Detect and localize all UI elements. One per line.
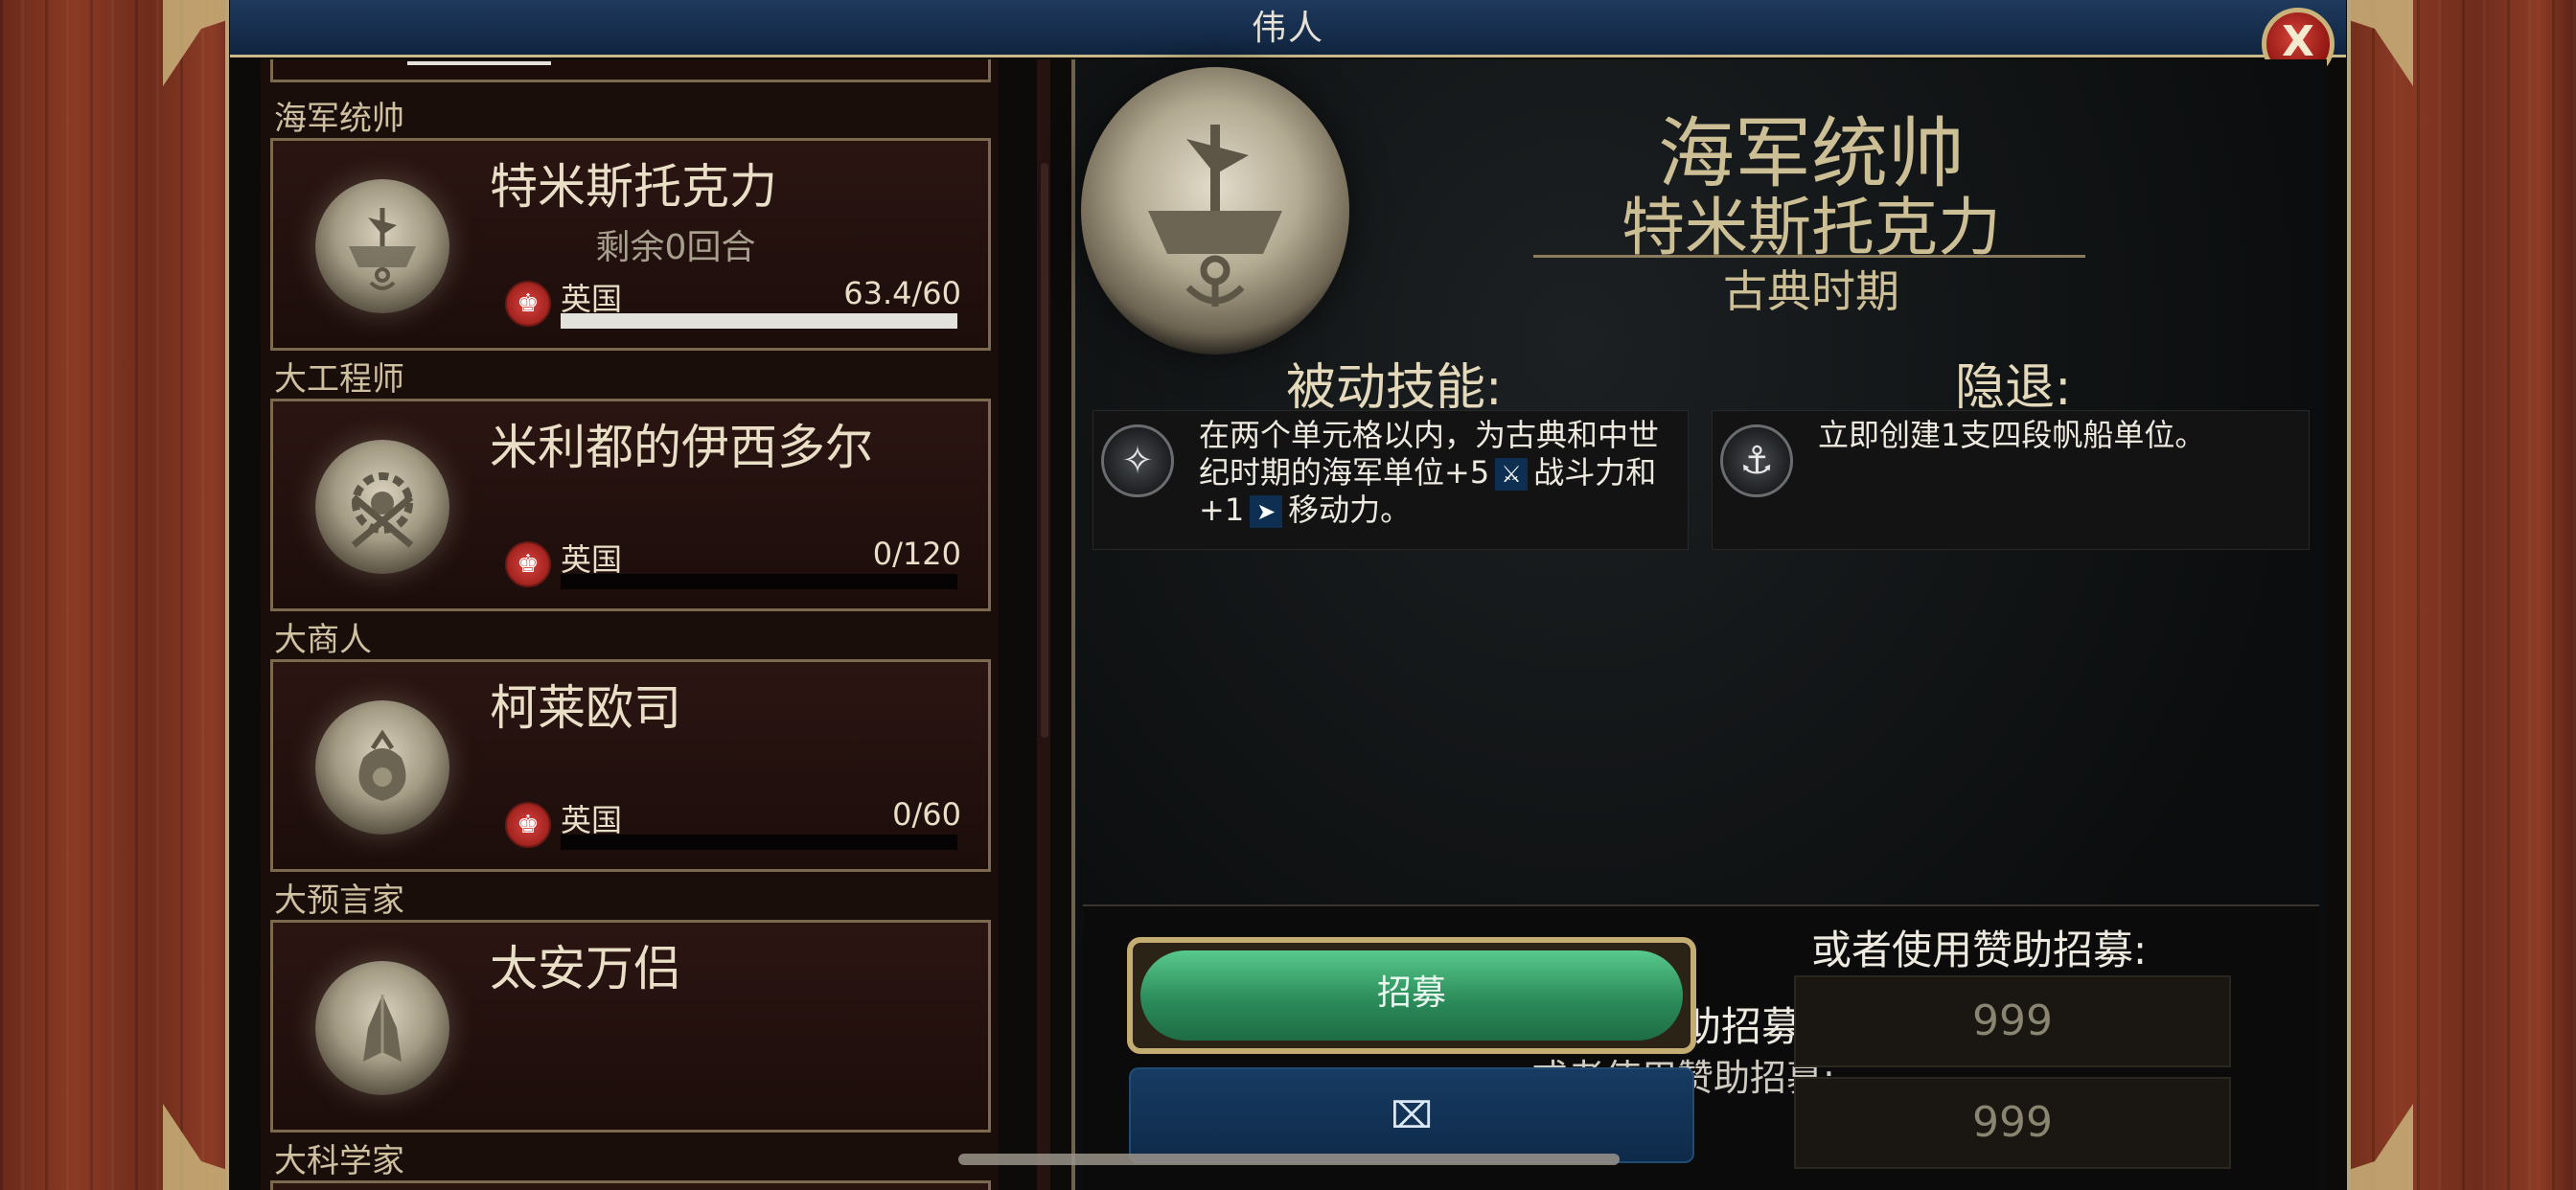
sponsor-value-field[interactable]: 999 xyxy=(1794,975,2231,1067)
movement-icon: ➤ xyxy=(1250,495,1283,528)
great-person-card[interactable]: 太安万侣 xyxy=(270,920,991,1133)
secondary-action-button[interactable]: ⌧ xyxy=(1129,1067,1694,1163)
civ-emblem-icon: ♚ xyxy=(505,281,551,327)
ship-anchor-icon xyxy=(1081,67,1349,355)
progress-bar xyxy=(561,835,957,850)
category-label: 大预言家 xyxy=(274,881,404,920)
praying-hands-icon xyxy=(315,961,449,1095)
list-item-partial xyxy=(270,59,991,82)
great-people-list[interactable]: 海军统帅 特米斯托克力 剩余0回合 ♚ 英国 63.4/60 大工程师 米利都的… xyxy=(261,59,999,1190)
great-person-card[interactable]: 柯莱欧司 ♚ 英国 0/60 xyxy=(270,659,991,872)
left-wood-panel xyxy=(0,0,249,1190)
category-label: 大科学家 xyxy=(274,1142,404,1180)
progress-bar xyxy=(561,574,957,589)
title-bar: 伟人 xyxy=(230,0,2346,57)
sponsor-title: 或者使用赞助招募: xyxy=(1811,927,2148,973)
window-title: 伟人 xyxy=(1251,9,1324,48)
retire-box: ⚓ 立即创建1支四段帆船单位。 xyxy=(1712,410,2310,550)
naval-compass-icon: ✧ xyxy=(1101,424,1174,497)
passive-skill-box: ✧ 在两个单元格以内，为古典和中世纪时期的海军单位+5 ⚔ 战斗力和+1 ➤ 移动力。 xyxy=(1092,410,1689,550)
home-indicator[interactable] xyxy=(958,1154,1620,1165)
detail-era: 古典时期 xyxy=(1723,265,1899,317)
strength-icon: ⚔ xyxy=(1495,458,1529,491)
progress-text: 0/120 xyxy=(872,536,961,572)
retire-title: 隐退: xyxy=(1955,359,2072,417)
ship-anchor-icon xyxy=(315,179,449,313)
progress-text: 0/60 xyxy=(892,796,961,833)
recruit-button[interactable]: 招募 xyxy=(1127,937,1696,1054)
right-wood-panel xyxy=(2327,0,2576,1190)
partial-progress-bar xyxy=(407,61,551,65)
progress-bar xyxy=(561,313,957,329)
civ-emblem-icon: ♚ xyxy=(505,541,551,587)
person-name: 特米斯托克力 xyxy=(490,159,777,215)
passive-skill-text: 在两个单元格以内，为古典和中世纪时期的海军单位+5 ⚔ 战斗力和+1 ➤ 移动力。 xyxy=(1199,417,1670,529)
recruit-button-label: 招募 xyxy=(1140,950,1683,1041)
list-scrollbar-thumb[interactable] xyxy=(1041,163,1048,738)
great-person-card[interactable]: 米利都的伊西多尔 ♚ 英国 0/120 xyxy=(270,399,991,611)
category-label: 海军统帅 xyxy=(274,100,404,138)
anchor-icon: ⚓ xyxy=(1720,424,1793,497)
civ-emblem-icon: ♚ xyxy=(505,802,551,848)
great-person-card[interactable]: 特米斯托克力 剩余0回合 ♚ 英国 63.4/60 xyxy=(270,138,991,351)
sponsor-value-field[interactable]: 999 xyxy=(1794,1077,2231,1169)
progress-fill xyxy=(561,313,957,329)
turns-remaining: 剩余0回合 xyxy=(595,228,756,267)
passive-text-3: 移动力。 xyxy=(1288,492,1412,528)
person-name: 柯莱欧司 xyxy=(490,680,681,736)
gear-hammer-icon xyxy=(315,440,449,574)
category-label: 大商人 xyxy=(274,621,372,659)
progress-text: 63.4/60 xyxy=(843,275,961,311)
retire-text: 立即创建1支四段帆船单位。 xyxy=(1818,417,2206,453)
person-name: 太安万侣 xyxy=(490,941,681,996)
passive-skill-title: 被动技能: xyxy=(1286,359,1503,417)
person-name: 米利都的伊西多尔 xyxy=(490,420,873,475)
coin-bag-icon xyxy=(315,700,449,835)
great-person-card[interactable] xyxy=(270,1180,991,1190)
category-label: 大工程师 xyxy=(274,360,404,399)
